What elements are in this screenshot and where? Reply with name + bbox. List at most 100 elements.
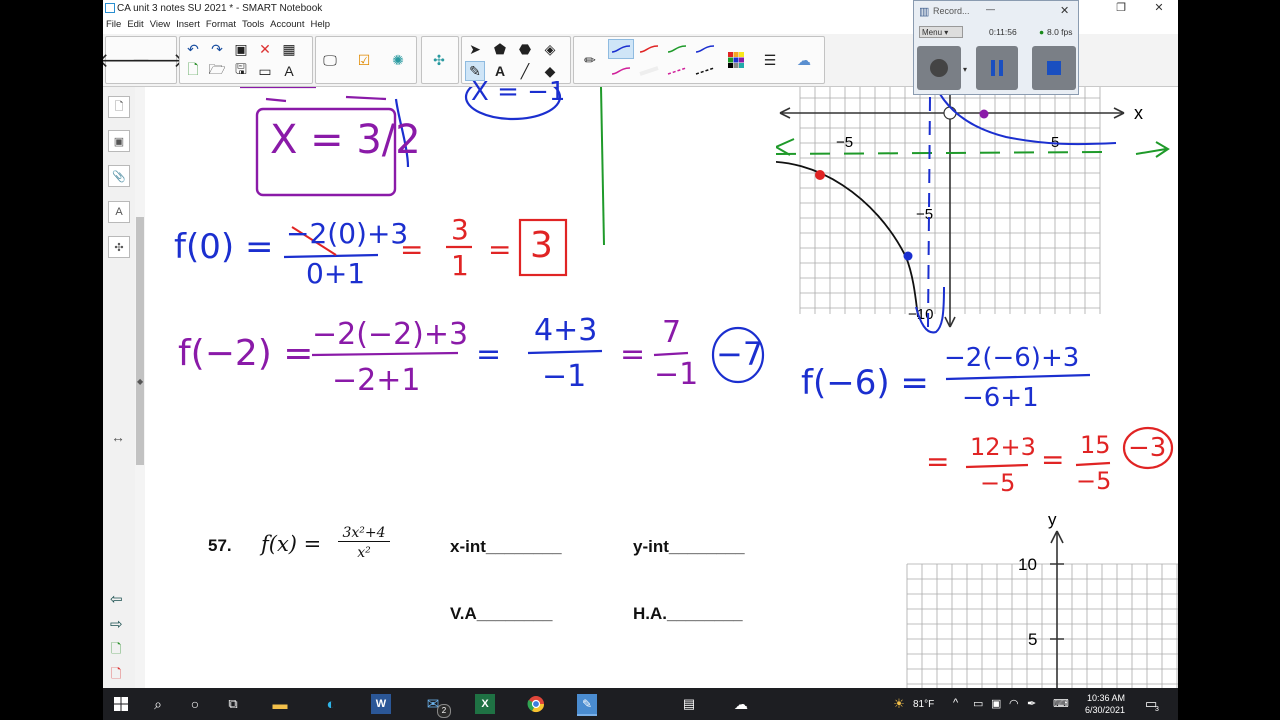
menu-account[interactable]: Account <box>267 18 307 32</box>
recorder-taskbar-icon[interactable]: ☁ <box>731 694 751 714</box>
menu-view[interactable]: View <box>147 18 173 32</box>
pen-style-dashed-magenta[interactable] <box>664 61 690 81</box>
vertical-asymptote-label: V.A________ <box>450 604 553 623</box>
f0-lhs: f(0) = <box>174 227 274 267</box>
table-icon[interactable]: ▦ <box>279 39 299 59</box>
excel-icon[interactable]: X <box>475 694 495 714</box>
pen-style-blue-2[interactable] <box>692 39 718 59</box>
puzzle-icon[interactable]: ✣ <box>429 50 449 70</box>
pen-style-highlighter[interactable] <box>636 61 662 81</box>
tray-chevron-icon[interactable]: ^ <box>953 697 958 709</box>
scroll-thumb[interactable] <box>136 217 144 465</box>
search-icon[interactable]: ⌕ <box>148 694 168 714</box>
close-button[interactable]: ✕ <box>1140 0 1178 18</box>
weather-icon[interactable]: ☀ <box>889 694 909 714</box>
next-page-button[interactable]: 🡒 <box>131 50 185 72</box>
green-divider <box>600 87 605 246</box>
page-sorter-icon[interactable]: 🗋 <box>108 96 130 118</box>
pen-style-red[interactable] <box>636 39 662 59</box>
menu-tools[interactable]: Tools <box>239 18 267 32</box>
keyboard-icon[interactable]: ⌨ <box>1053 697 1069 710</box>
record-options-chevron[interactable]: ▾ <box>963 65 967 74</box>
edge-icon[interactable]: ◐ <box>321 694 341 714</box>
vertical-scrollbar[interactable] <box>135 87 145 688</box>
clock-time[interactable]: 10:36 AM <box>1087 693 1125 703</box>
paste-icon[interactable]: ▣ <box>231 39 251 59</box>
pen-style-green[interactable] <box>664 39 690 59</box>
pen-tray-icon[interactable]: ✒ <box>1027 697 1036 710</box>
camera-icon[interactable]: ▣ <box>991 697 1001 710</box>
properties-icon[interactable]: A <box>108 201 130 223</box>
effects-icon[interactable]: ☁ <box>794 50 814 70</box>
smart-notebook-taskbar-icon[interactable]: ✎ <box>577 694 597 716</box>
f0-answer: 3 <box>530 225 553 266</box>
eraser-shape-icon[interactable]: ◈ <box>540 39 560 59</box>
record-button[interactable] <box>917 46 961 90</box>
pause-button[interactable] <box>976 46 1018 90</box>
function-denominator: x² <box>357 545 371 561</box>
recorder-close[interactable]: ✕ <box>1060 4 1069 17</box>
fm2-answer: −7 <box>716 335 764 373</box>
pen-properties-group: ✏ ☰ ☁ <box>573 36 825 84</box>
recorder-minimize[interactable]: — <box>986 4 995 14</box>
add-on-icon[interactable]: ✺ <box>388 50 408 70</box>
text-format-icon[interactable]: A <box>279 61 299 81</box>
smart-notebook-app-icon <box>105 3 115 13</box>
page-handle-icon[interactable]: ◆ <box>137 377 143 386</box>
redo-icon[interactable]: ↷ <box>207 39 227 59</box>
color-palette-icon[interactable] <box>726 50 746 70</box>
battery-icon[interactable]: ▭ <box>973 697 983 710</box>
menu-insert[interactable]: Insert <box>173 18 203 32</box>
add-page-side-icon[interactable]: 🗋 <box>111 640 121 662</box>
wifi-icon[interactable]: ◠ <box>1009 697 1019 710</box>
next-page-side-icon[interactable]: ⇨ <box>110 615 123 633</box>
save-icon[interactable]: 🖫 <box>231 61 251 81</box>
activity-icon[interactable]: ☑ <box>354 50 374 70</box>
shapes-icon[interactable]: ⬟ <box>490 39 510 59</box>
top-graph-tick-neg5: −5 <box>836 134 853 151</box>
menu-edit[interactable]: Edit <box>124 18 146 32</box>
menu-format[interactable]: Format <box>203 18 239 32</box>
fill-icon[interactable]: ⬣ <box>515 39 535 59</box>
start-button[interactable] <box>111 694 131 714</box>
delete-icon[interactable]: ✕ <box>255 39 275 59</box>
pen-style-magenta[interactable] <box>608 61 634 81</box>
pen-style-dashed-black[interactable] <box>692 61 718 81</box>
add-page-icon[interactable]: 🗋 <box>183 61 203 81</box>
menu-file[interactable]: File <box>103 18 124 32</box>
task-view-icon[interactable]: ⧉ <box>223 694 243 714</box>
weather-temp[interactable]: 81°F <box>913 699 934 710</box>
clock-date[interactable]: 6/30/2021 <box>1085 705 1125 715</box>
notebook-page[interactable]: X = 3/2 X = −1 f(0) = −2(0)+3 0+1 = 3 1 … <box>137 77 1178 688</box>
word-icon[interactable]: W <box>371 694 391 714</box>
resize-sidebar-icon[interactable]: ↔ <box>111 429 125 445</box>
delete-page-side-icon[interactable]: 🗋 <box>111 665 121 687</box>
menu-help[interactable]: Help <box>307 18 333 32</box>
select-arrow-icon[interactable]: ➤ <box>465 39 485 59</box>
bottom-graph-tick-10: 10 <box>1018 555 1037 574</box>
previous-page-side-icon[interactable]: ⇦ <box>110 590 123 608</box>
addons-icon[interactable]: ✣ <box>108 236 130 258</box>
restore-button[interactable]: ❐ <box>1102 0 1140 18</box>
line-settings-icon[interactable]: ☰ <box>760 50 780 70</box>
gallery-icon[interactable]: ▣ <box>108 130 130 152</box>
pen-style-blue[interactable] <box>608 39 634 59</box>
file-explorer-icon[interactable]: ▬ <box>270 694 290 714</box>
top-graph-tick-y-neg5: −5 <box>916 206 933 223</box>
stop-button[interactable] <box>1032 46 1076 90</box>
screen-recorder-widget: ▥ Record... — ✕ Menu ▾ 0:11:56 ● 8.0 fps… <box>913 0 1079 95</box>
display-icon[interactable]: 🖵 <box>320 50 340 70</box>
f0-equals: = <box>400 233 424 266</box>
screen-tool-icon[interactable]: ▤ <box>679 694 699 714</box>
cortana-icon[interactable]: ○ <box>185 694 205 714</box>
recorder-menu-dropdown[interactable]: Menu ▾ <box>919 26 963 38</box>
recorder-fps-dot: ● <box>1039 27 1045 37</box>
open-file-icon[interactable]: 🗁 <box>207 61 227 81</box>
screen-shade-icon[interactable]: ▭ <box>255 61 275 81</box>
f0-numerator: −2(0)+3 <box>286 217 409 250</box>
fm2-frac1-num: 4+3 <box>534 313 598 348</box>
undo-icon[interactable]: ↶ <box>183 39 203 59</box>
attachments-icon[interactable]: 📎 <box>108 165 130 187</box>
pen-icon[interactable]: ✏ <box>580 50 600 70</box>
chrome-icon[interactable] <box>526 694 546 714</box>
